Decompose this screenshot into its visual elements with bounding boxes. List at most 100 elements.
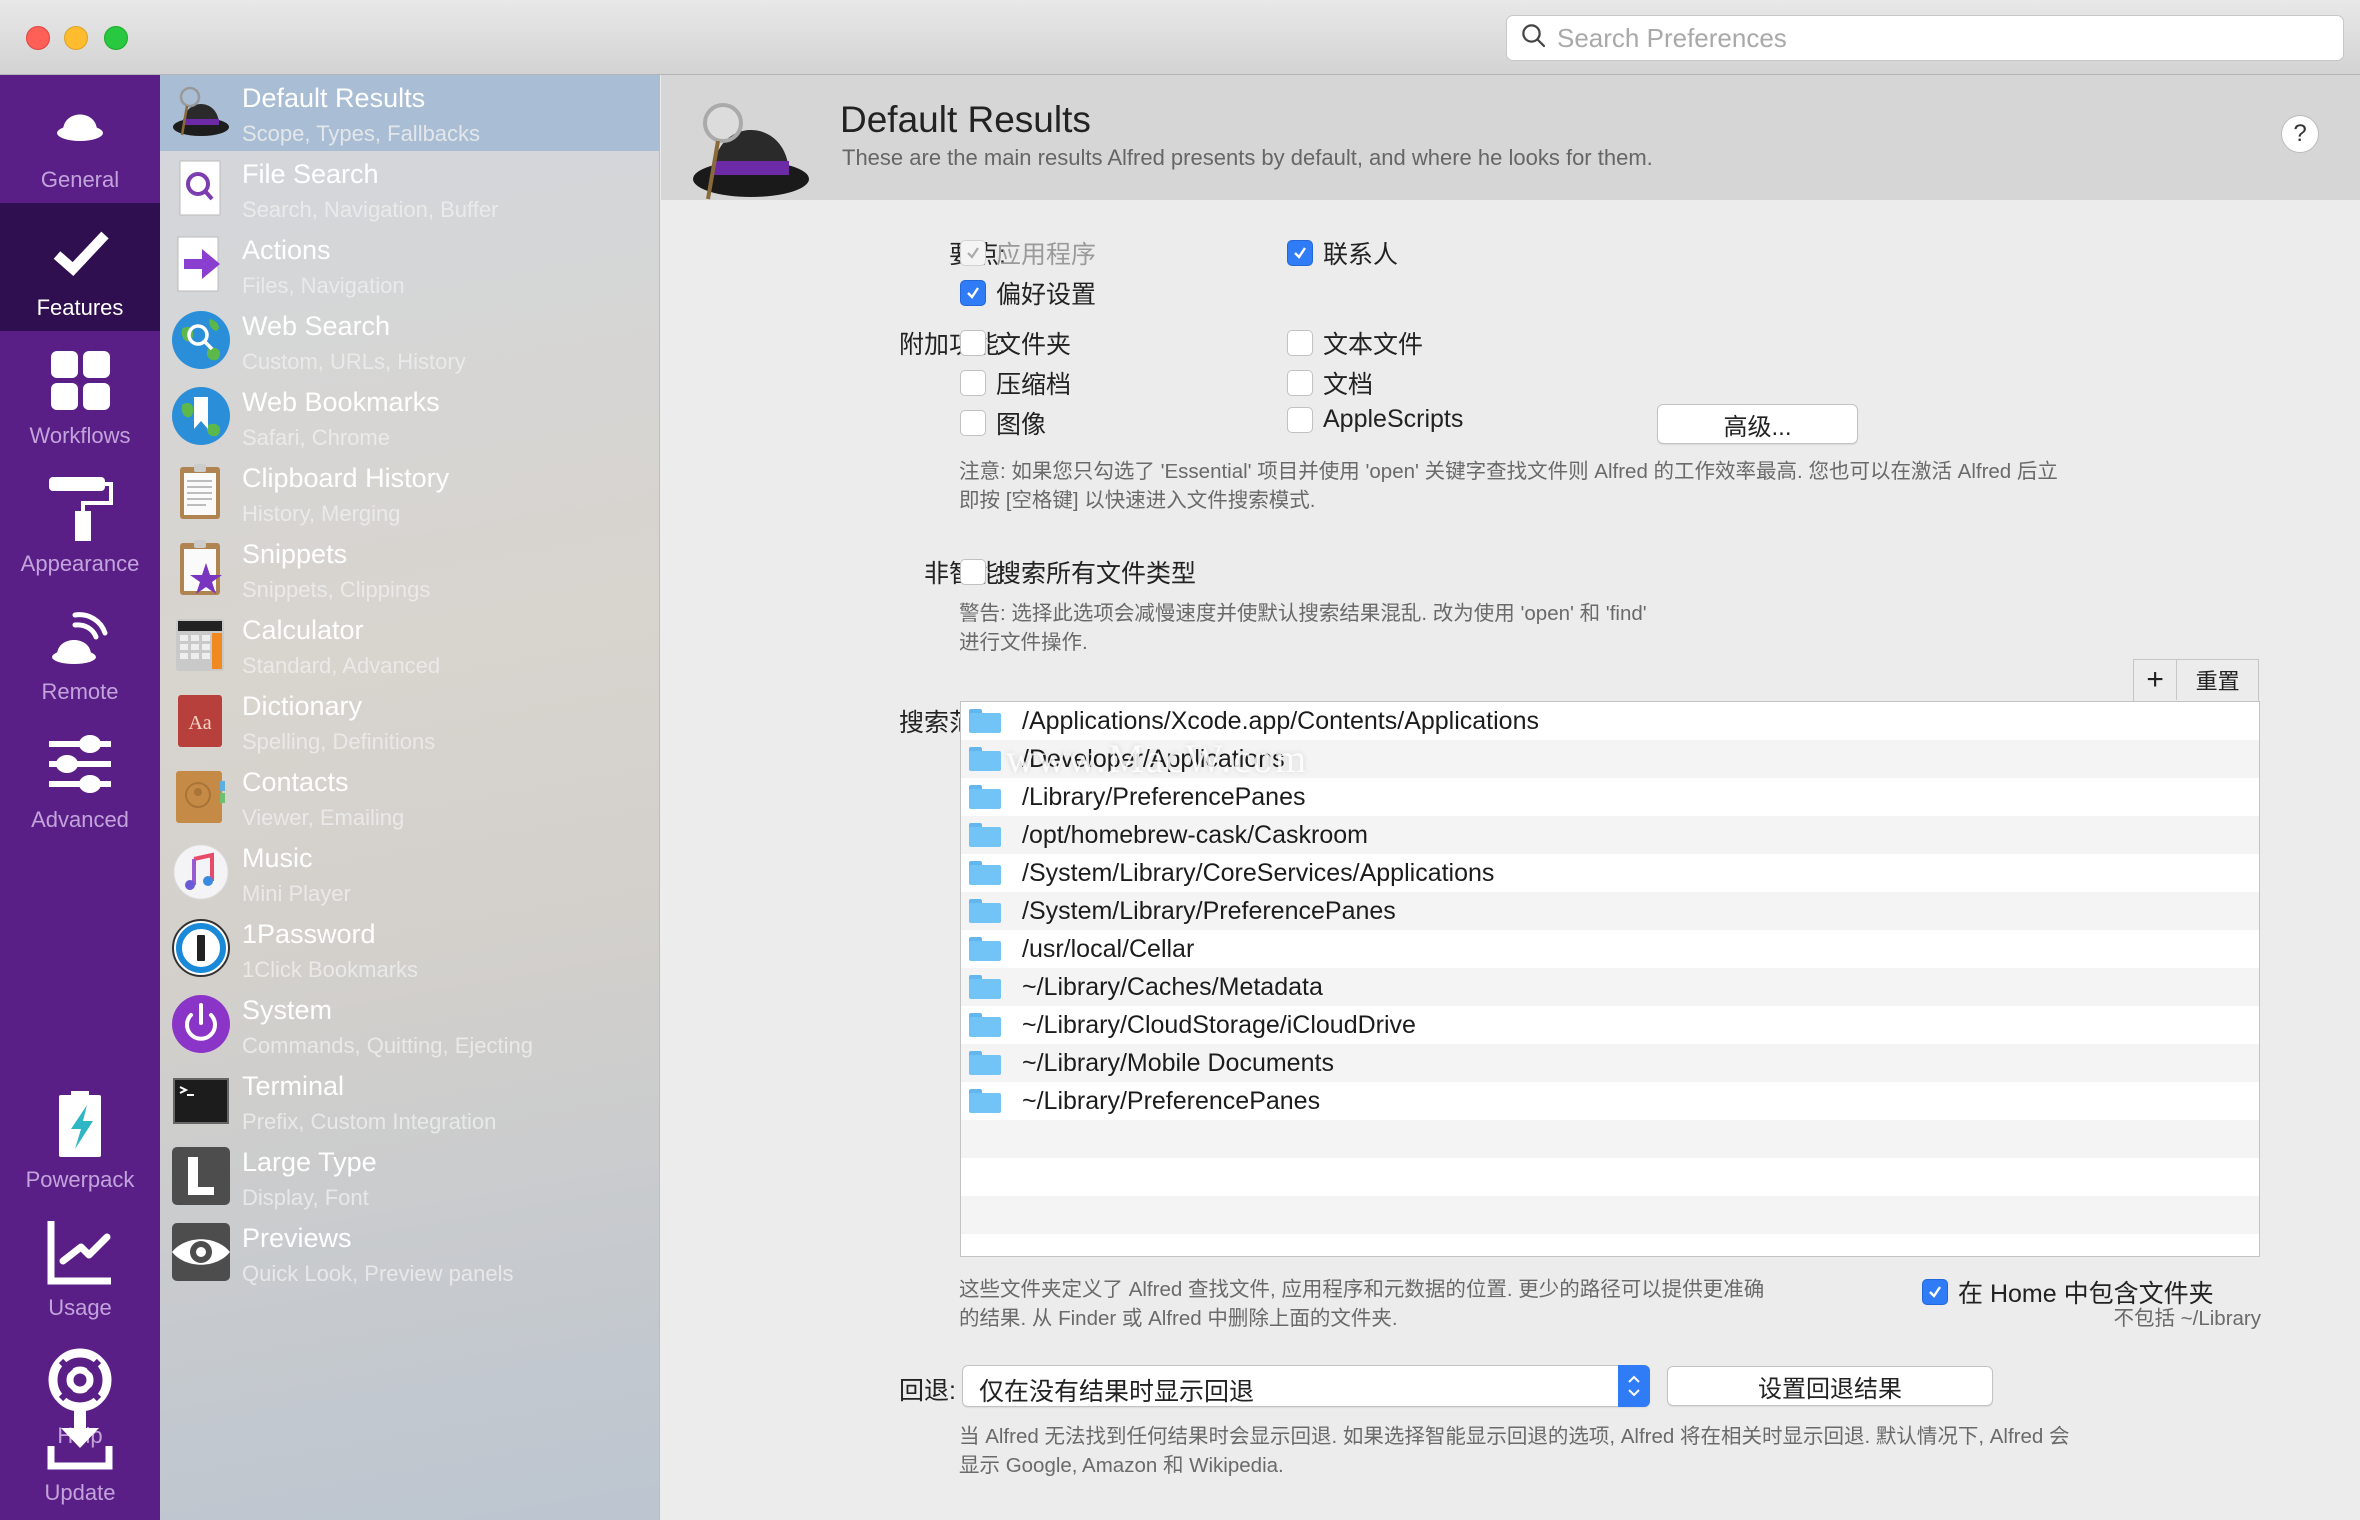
feature-title: Dictionary bbox=[242, 691, 363, 721]
nav-item-remote[interactable]: Remote bbox=[0, 587, 160, 715]
feature-title: Music bbox=[242, 843, 313, 873]
grid-icon bbox=[51, 351, 110, 410]
checkbox-box[interactable] bbox=[960, 559, 986, 585]
close-button[interactable] bbox=[26, 26, 50, 50]
nav-item-usage[interactable]: Usage bbox=[0, 1203, 160, 1331]
features-list: Default Results Scope, Types, Fallbacks … bbox=[160, 75, 660, 1520]
feature-item-web-search[interactable]: Web Search Custom, URLs, History bbox=[160, 303, 660, 379]
checkbox-archives[interactable]: 压缩档 bbox=[960, 365, 1071, 401]
feature-item-web-bookmarks[interactable]: Web Bookmarks Safari, Chrome bbox=[160, 379, 660, 455]
checkbox-box[interactable] bbox=[960, 240, 986, 266]
note-line: 当 Alfred 无法找到任何结果时会显示回退. 如果选择智能显示回退的选项, … bbox=[959, 1425, 2070, 1448]
fallback-selected-value: 仅在没有结果时显示回退 bbox=[979, 1378, 1255, 1406]
note-line: 显示 Google, Amazon 和 Wikipedia. bbox=[959, 1454, 1284, 1477]
dictionary-icon: Aa bbox=[178, 695, 222, 747]
feature-title: Default Results bbox=[242, 83, 426, 113]
checkmark-icon bbox=[967, 247, 979, 259]
nav-item-general[interactable]: General bbox=[0, 75, 160, 203]
fallback-select[interactable]: 仅在没有结果时显示回退 bbox=[962, 1365, 1650, 1407]
set-fallback-results-button[interactable]: 设置回退结果 bbox=[1667, 1366, 1993, 1406]
scope-row[interactable]: ~/Library/CloudStorage/iCloudDrive bbox=[961, 1006, 2259, 1044]
scope-row[interactable]: /opt/homebrew-cask/Caskroom bbox=[961, 816, 2259, 854]
feature-item-music[interactable]: Music Mini Player bbox=[160, 835, 660, 911]
checkbox-label: 搜索所有文件类型 bbox=[996, 560, 1197, 588]
scope-list[interactable]: /Applications/Xcode.app/Contents/Applica… bbox=[960, 701, 2260, 1257]
svg-text:Aa: Aa bbox=[188, 712, 211, 734]
remote-icon bbox=[52, 612, 108, 664]
paint-roller-icon bbox=[49, 477, 113, 541]
folder-icon bbox=[969, 1089, 1001, 1113]
checkbox-applications[interactable]: 应用程序 bbox=[960, 235, 1096, 271]
feature-item-snippets[interactable]: Snippets Snippets, Clippings bbox=[160, 531, 660, 607]
checkbox-box[interactable] bbox=[960, 410, 986, 436]
scope-toolbar: + 重置 bbox=[2133, 659, 2259, 701]
checkbox-text-files[interactable]: 文本文件 bbox=[1287, 325, 1423, 361]
checkbox-box[interactable] bbox=[1287, 330, 1313, 356]
scope-row-empty bbox=[961, 1158, 2259, 1196]
checkbox-images[interactable]: 图像 bbox=[960, 405, 1046, 441]
checkbox-box[interactable] bbox=[1287, 240, 1313, 266]
checkbox-box[interactable] bbox=[1287, 406, 1313, 433]
feature-item-actions[interactable]: Actions Files, Navigation bbox=[160, 227, 660, 303]
zoom-button[interactable] bbox=[104, 26, 128, 50]
feature-title: Actions bbox=[242, 235, 331, 265]
add-path-button[interactable]: + bbox=[2134, 660, 2178, 700]
scope-row[interactable]: ~/Library/PreferencePanes bbox=[961, 1082, 2259, 1120]
feature-item-clipboard-history[interactable]: Clipboard History History, Merging bbox=[160, 455, 660, 531]
file-search-icon bbox=[179, 160, 221, 216]
feature-item-file-search[interactable]: File Search Search, Navigation, Buffer bbox=[160, 151, 660, 227]
feature-item-default-results[interactable]: Default Results Scope, Types, Fallbacks bbox=[160, 75, 660, 151]
search-input[interactable] bbox=[1557, 22, 2317, 54]
feature-subtitle: Standard, Advanced bbox=[242, 653, 441, 678]
feature-title: File Search bbox=[242, 159, 379, 189]
checkbox-box[interactable] bbox=[1287, 370, 1313, 396]
checkbox-box[interactable] bbox=[1922, 1279, 1948, 1305]
feature-item-contacts[interactable]: Contacts Viewer, Emailing bbox=[160, 759, 660, 835]
eye-icon bbox=[172, 1223, 230, 1281]
feature-item-calculator[interactable]: Calculator Standard, Advanced bbox=[160, 607, 660, 683]
nav-item-features[interactable]: Features bbox=[0, 203, 160, 331]
checkbox-search-all-file-types[interactable]: 搜索所有文件类型 bbox=[960, 554, 1196, 590]
feature-item-1password[interactable]: 1Password 1Click Bookmarks bbox=[160, 911, 660, 987]
scope-row[interactable]: /Applications/Xcode.app/Contents/Applica… bbox=[961, 702, 2259, 740]
note-line: 即按 [空格键] 以快速进入文件搜索模式. bbox=[959, 489, 1316, 512]
feature-item-dictionary[interactable]: Aa Dictionary Spelling, Definitions bbox=[160, 683, 660, 759]
feature-item-previews[interactable]: Previews Quick Look, Preview panels bbox=[160, 1215, 660, 1291]
scope-path: ~/Library/CloudStorage/iCloudDrive bbox=[1022, 1010, 1416, 1039]
checkbox-box[interactable] bbox=[960, 330, 986, 356]
feature-subtitle: Mini Player bbox=[242, 881, 351, 906]
scope-row[interactable]: ~/Library/Mobile Documents bbox=[961, 1044, 2259, 1082]
checkbox-preferences[interactable]: 偏好设置 bbox=[960, 275, 1096, 311]
nav-item-update-content[interactable]: Update bbox=[0, 1392, 160, 1520]
nav-item-workflows[interactable]: Workflows bbox=[0, 331, 160, 459]
1password-icon bbox=[172, 919, 230, 977]
checkbox-box[interactable] bbox=[960, 280, 986, 306]
feature-item-large-type[interactable]: Large Type Display, Font bbox=[160, 1139, 660, 1215]
note-line: 警告: 选择此选项会减慢速度并使默认搜索结果混乱. 改为使用 'open' 和 … bbox=[959, 602, 1647, 625]
nav-item-advanced[interactable]: Advanced bbox=[0, 715, 160, 843]
scope-row[interactable]: /Library/PreferencePanes bbox=[961, 778, 2259, 816]
scope-row[interactable]: ~/Library/Caches/Metadata bbox=[961, 968, 2259, 1006]
feature-item-terminal[interactable]: Terminal Prefix, Custom Integration bbox=[160, 1063, 660, 1139]
checkbox-contacts[interactable]: 联系人 bbox=[1287, 235, 1398, 271]
reset-paths-button[interactable]: 重置 bbox=[2177, 660, 2258, 700]
checkbox-documents[interactable]: 文档 bbox=[1287, 365, 1373, 401]
feature-title: Previews bbox=[242, 1223, 352, 1253]
scope-path: /System/Library/PreferencePanes bbox=[1022, 896, 1396, 925]
checkbox-box[interactable] bbox=[960, 370, 986, 396]
scope-row[interactable]: /usr/local/Cellar bbox=[961, 930, 2259, 968]
checkbox-folders[interactable]: 文件夹 bbox=[960, 325, 1071, 361]
calculator-icon bbox=[176, 619, 224, 671]
nav-item-powerpack[interactable]: Powerpack bbox=[0, 1075, 160, 1203]
feature-item-system[interactable]: System Commands, Quitting, Ejecting bbox=[160, 987, 660, 1063]
search-field[interactable] bbox=[1506, 15, 2344, 61]
advanced-button[interactable]: 高级... bbox=[1657, 404, 1858, 444]
checkbox-applescripts[interactable]: AppleScripts bbox=[1287, 405, 1463, 434]
scope-row[interactable]: /System/Library/CoreServices/Application… bbox=[961, 854, 2259, 892]
minimize-button[interactable] bbox=[64, 26, 88, 50]
music-icon bbox=[173, 844, 229, 900]
scope-row[interactable]: /System/Library/PreferencePanes bbox=[961, 892, 2259, 930]
nav-item-appearance[interactable]: Appearance bbox=[0, 459, 160, 587]
scope-row[interactable]: /Developer/Applications bbox=[961, 740, 2259, 778]
help-button[interactable]: ? bbox=[2281, 115, 2319, 153]
